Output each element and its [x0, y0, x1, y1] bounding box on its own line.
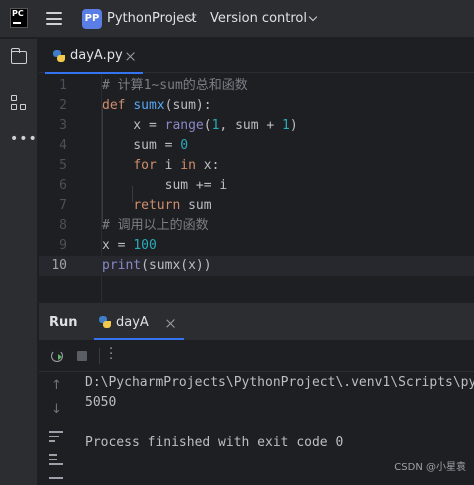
- scroll-to-end-icon[interactable]: [49, 454, 63, 466]
- up-arrow-icon[interactable]: ↑: [51, 378, 62, 393]
- code-token: range: [164, 118, 204, 133]
- python-run-icon: [99, 316, 111, 328]
- code-token: sum: [188, 198, 212, 213]
- code-token: 1: [282, 118, 290, 133]
- stop-icon[interactable]: [77, 351, 87, 361]
- line-number: 7: [59, 198, 67, 213]
- code-line[interactable]: 4 sum = 0: [39, 136, 474, 156]
- console-line: Process finished with exit code 0: [85, 435, 344, 450]
- code-line[interactable]: 5 for i in x:: [39, 156, 474, 176]
- watermark: CSDN @小星袁: [394, 462, 466, 473]
- pycharm-logo-icon[interactable]: PC: [10, 8, 28, 28]
- code-token: in: [180, 158, 204, 173]
- rerun-icon[interactable]: [51, 350, 63, 362]
- tool-window-stripe: •••: [0, 39, 38, 485]
- python-file-icon: [53, 50, 65, 62]
- structure-icon[interactable]: [11, 95, 27, 111]
- code-line[interactable]: 7 return sum: [39, 196, 474, 216]
- tab-label: dayA.py: [70, 48, 123, 63]
- run-tab-daya[interactable]: dayA: [116, 315, 149, 330]
- console-line: D:\PycharmProjects\PythonProject\.venv1\…: [85, 375, 474, 390]
- close-icon[interactable]: [166, 319, 175, 328]
- code-text: x = 100: [102, 236, 157, 256]
- editor-tabs: dayA.py: [39, 39, 474, 74]
- run-panel-title: Run: [49, 315, 78, 330]
- code-text: sum = 0: [102, 136, 188, 156]
- code-token: , sum +: [219, 118, 283, 133]
- line-number: 4: [59, 138, 67, 153]
- code-token: x:: [203, 158, 220, 173]
- line-number: 5: [59, 158, 67, 173]
- print-icon[interactable]: [49, 477, 63, 485]
- folder-icon[interactable]: [10, 48, 27, 64]
- code-token: ): [289, 118, 298, 133]
- project-badge[interactable]: PP: [82, 9, 102, 29]
- title-bar: PC PP PythonProject Version control: [0, 0, 474, 38]
- code-text: # 计算1~sum的总和函数: [102, 76, 248, 96]
- code-line[interactable]: 9 x = 100: [39, 236, 474, 256]
- code-token: 0: [180, 138, 189, 153]
- code-token: x =: [102, 238, 134, 253]
- more-horizontal-icon[interactable]: •••: [10, 131, 38, 147]
- code-token: print: [102, 258, 142, 273]
- code-text: x = range(1, sum + 1): [102, 116, 298, 136]
- code-token: (sum):: [164, 98, 212, 113]
- project-name[interactable]: PythonProject: [107, 11, 197, 26]
- more-vertical-icon[interactable]: · · ·: [109, 343, 113, 366]
- code-text: def sumx(sum):: [102, 96, 212, 116]
- code-token: sum += i: [102, 178, 228, 193]
- code-token: x =: [102, 118, 165, 133]
- code-line[interactable]: 10 print(sumx(x)): [39, 256, 474, 276]
- code-token: (sumx(x)): [141, 258, 212, 273]
- soft-wrap-icon[interactable]: [49, 431, 63, 443]
- code-text: for i in x:: [102, 156, 219, 176]
- console-toolbar: ↑ ↓: [39, 372, 73, 485]
- code-line[interactable]: 3 x = range(1, sum + 1): [39, 116, 474, 136]
- chevron-down-icon[interactable]: [308, 12, 318, 22]
- code-token: # 调用以上的函数: [102, 218, 209, 233]
- main-menu-icon[interactable]: [46, 12, 62, 25]
- line-number: 2: [59, 98, 67, 113]
- code-line[interactable]: 8 # 调用以上的函数: [39, 216, 474, 236]
- code-token: # 计算1~sum的总和函数: [102, 78, 248, 93]
- code-token: (: [203, 118, 212, 133]
- code-token: 100: [133, 238, 157, 253]
- code-line[interactable]: 2 def sumx(sum):: [39, 96, 474, 116]
- down-arrow-icon[interactable]: ↓: [51, 402, 62, 417]
- line-number: 10: [51, 258, 67, 273]
- code-token: for: [133, 158, 165, 173]
- code-token: sumx: [133, 98, 165, 113]
- app-logo-text: PC: [12, 9, 24, 18]
- tab-daya-py[interactable]: dayA.py: [39, 39, 143, 74]
- line-number: 9: [59, 238, 67, 253]
- code-token: def: [102, 98, 134, 113]
- code-line[interactable]: 6 sum += i: [39, 176, 474, 196]
- line-number: 6: [59, 178, 67, 193]
- line-number: 1: [59, 78, 67, 93]
- code-text: # 调用以上的函数: [102, 216, 209, 236]
- version-control-menu[interactable]: Version control: [210, 11, 307, 26]
- run-toolbar: · · ·: [39, 340, 474, 372]
- line-number: 3: [59, 118, 67, 133]
- code-text: return sum: [102, 196, 212, 216]
- code-editor[interactable]: 1 # 计算1~sum的总和函数 2 def sumx(sum): 3 x = rang…: [39, 74, 474, 302]
- code-token: return: [133, 198, 189, 213]
- close-icon[interactable]: [126, 52, 135, 61]
- code-token: sum =: [102, 138, 181, 153]
- code-text: print(sumx(x)): [102, 256, 212, 276]
- code-text: sum += i: [102, 176, 228, 196]
- code-token: i: [164, 158, 181, 173]
- line-number: 8: [59, 218, 67, 233]
- run-panel-header: Run dayA: [39, 302, 474, 340]
- console-line: 5050: [85, 395, 117, 410]
- code-line[interactable]: 1 # 计算1~sum的总和函数: [39, 76, 474, 96]
